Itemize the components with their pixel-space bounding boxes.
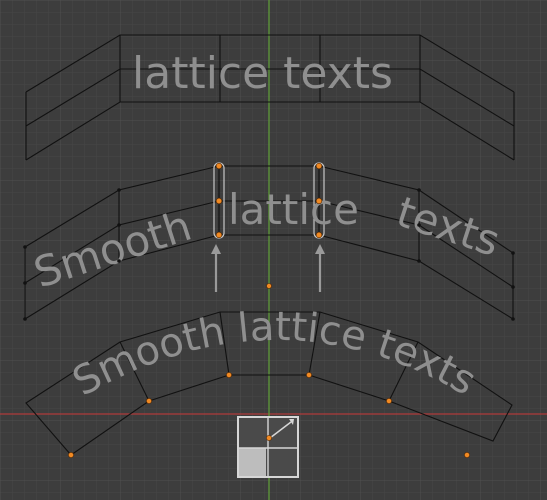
top-lattice-text: lattice texts xyxy=(132,48,393,99)
3d-viewport[interactable]: lattice texts Smooth lattice texts Smoot… xyxy=(0,0,547,500)
viewport-canvas[interactable]: lattice texts Smooth lattice texts Smoot… xyxy=(0,0,547,500)
middle-text-center: lattice xyxy=(228,185,359,234)
lattice-gizmo-icon[interactable] xyxy=(237,416,299,478)
